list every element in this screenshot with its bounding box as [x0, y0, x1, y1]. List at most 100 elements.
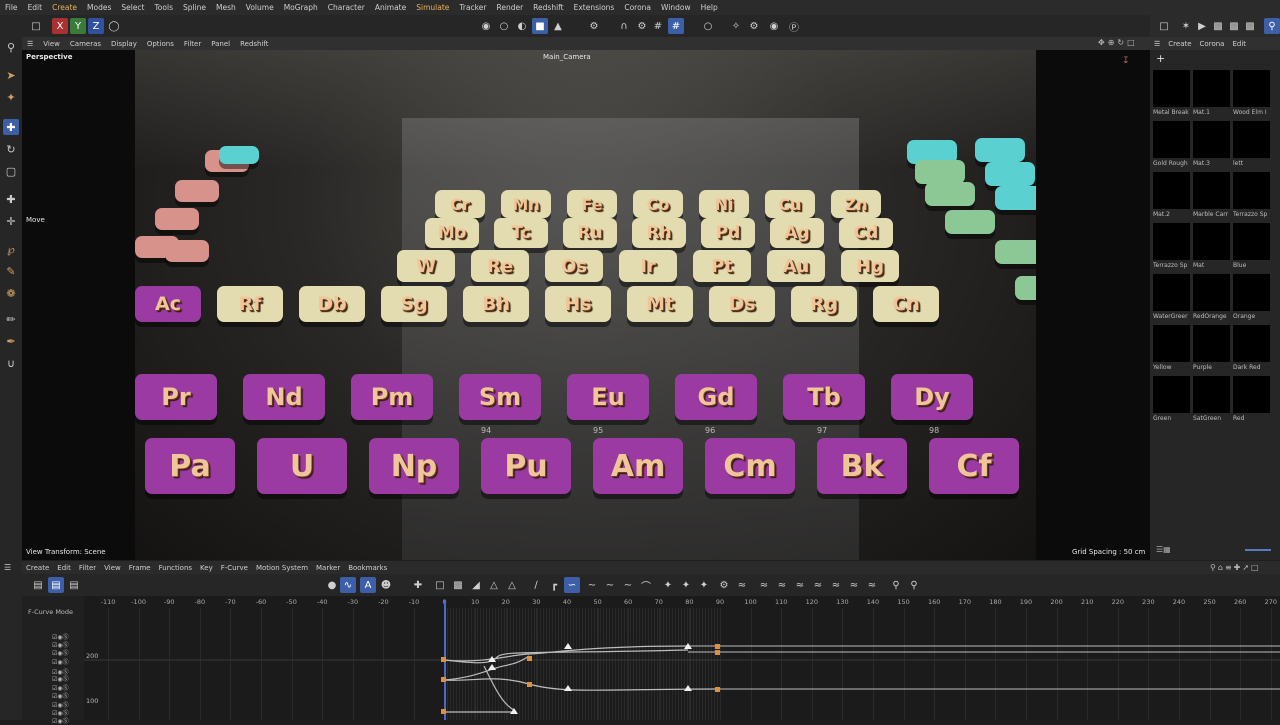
brush-icon[interactable]: ✏ — [3, 311, 19, 327]
render-icon[interactable]: ○ — [496, 18, 512, 34]
frame-all-icon[interactable]: ✚ — [410, 577, 426, 593]
add-material-icon[interactable]: + — [1156, 52, 1165, 65]
constant-icon[interactable]: ≈ — [810, 577, 826, 593]
linear-icon[interactable]: ∕ — [528, 577, 544, 593]
ease-icon[interactable]: ∼ — [584, 577, 600, 593]
material-swatch[interactable] — [1193, 274, 1230, 311]
anchor-icon[interactable]: Ⓟ — [786, 18, 802, 34]
time-warp-icon[interactable]: ≈ — [864, 577, 880, 593]
pin-settings-icon[interactable]: ⚲ — [906, 577, 922, 593]
material-swatch[interactable] — [1153, 70, 1190, 107]
scale-tool-icon[interactable]: ▢ — [3, 163, 19, 179]
lock-tangent-icon[interactable]: ✦ — [696, 577, 712, 593]
triangle-icon[interactable]: △ — [486, 577, 502, 593]
material-swatch[interactable] — [1193, 70, 1230, 107]
material-swatch[interactable] — [1233, 121, 1270, 158]
material-menu-create[interactable]: Create — [1164, 40, 1195, 48]
grid-icon[interactable]: # — [650, 18, 666, 34]
ping-pong-icon[interactable]: ≈ — [792, 577, 808, 593]
viewport-menu-options[interactable]: Options — [142, 40, 179, 48]
snap-settings-icon[interactable]: ⚙ — [634, 18, 650, 34]
ramp-icon[interactable]: ◢ — [468, 577, 484, 593]
ease-in-icon[interactable]: ∼ — [602, 577, 618, 593]
select-icon[interactable]: ➤ — [3, 67, 19, 83]
tangent-icon[interactable]: ✦ — [660, 577, 676, 593]
material-swatch[interactable] — [1153, 172, 1190, 209]
material-menu-corona[interactable]: Corona — [1196, 40, 1229, 48]
timeline-menu-bookmarks[interactable]: Bookmarks — [344, 564, 391, 572]
material-swatch[interactable] — [1233, 325, 1270, 362]
layout-icon[interactable]: □ — [1156, 18, 1172, 34]
timeline-menu-create[interactable]: Create — [22, 564, 53, 572]
sphere-icon[interactable]: ● — [324, 577, 340, 593]
axis-y-button[interactable]: Y — [70, 18, 86, 34]
fcurves[interactable] — [84, 596, 1280, 720]
menu-mograph[interactable]: MoGraph — [279, 3, 323, 12]
render-queue-icon[interactable]: ▩ — [1242, 18, 1258, 34]
ease-out-icon[interactable]: ∼ — [620, 577, 636, 593]
material-swatch[interactable] — [1193, 121, 1230, 158]
material-swatch[interactable] — [1233, 274, 1270, 311]
menu-animate[interactable]: Animate — [370, 3, 411, 12]
menu-spline[interactable]: Spline — [178, 3, 211, 12]
menu-icon[interactable]: ☰ — [4, 563, 11, 572]
zoom-slider[interactable] — [1245, 549, 1271, 551]
timeline-menu-functions[interactable]: Functions — [155, 564, 196, 572]
timeline-menu-key[interactable]: Key — [196, 564, 217, 572]
cycle-icon[interactable]: ≈ — [756, 577, 772, 593]
rotate-tool-icon[interactable]: ↻ — [3, 141, 19, 157]
spline-tools-icon[interactable]: ❁ — [3, 285, 19, 301]
material-swatch[interactable] — [1193, 376, 1230, 413]
track-row-icons[interactable]: ☑◉Ⓢ — [52, 657, 69, 666]
coordinate-icon[interactable]: ✛ — [3, 213, 19, 229]
key-reduce-icon[interactable]: ≈ — [734, 577, 750, 593]
timeline-menu-f-curve[interactable]: F-Curve — [217, 564, 252, 572]
arc-icon[interactable]: ⌒ — [638, 577, 654, 593]
menu-redshift[interactable]: Redshift — [528, 3, 568, 12]
spline-interp-icon[interactable]: ∽ — [564, 577, 580, 593]
menu-volume[interactable]: Volume — [241, 3, 279, 12]
spline-pen-icon[interactable]: ℘ — [3, 241, 19, 257]
weight-icon[interactable]: △ — [504, 577, 520, 593]
paint-icon[interactable]: ▲ — [550, 18, 566, 34]
menu-tracker[interactable]: Tracker — [454, 3, 491, 12]
timeline-toggle-icon[interactable]: ○ — [700, 18, 716, 34]
track-row-icons[interactable]: ☑◉Ⓢ — [52, 716, 69, 725]
menu-simulate[interactable]: Simulate — [411, 3, 454, 12]
material-swatch[interactable] — [1193, 223, 1230, 260]
material-swatch[interactable] — [1153, 121, 1190, 158]
pin-icon[interactable]: ⚲ — [888, 577, 904, 593]
track-row-icons[interactable]: ☑◉Ⓢ — [52, 648, 69, 657]
step-icon[interactable]: ┏ — [546, 577, 562, 593]
search-icon[interactable]: ⚲ — [3, 39, 19, 55]
material-swatch[interactable] — [1233, 376, 1270, 413]
timeline-menu-marker[interactable]: Marker — [312, 564, 344, 572]
magnet-tool-icon[interactable]: ∪ — [3, 355, 19, 371]
menu-tools[interactable]: Tools — [150, 3, 178, 12]
marker-icon[interactable]: ≈ — [846, 577, 862, 593]
calendar-icon[interactable]: ▩ — [450, 577, 466, 593]
timeline-menu-filter[interactable]: Filter — [75, 564, 100, 572]
menu-select[interactable]: Select — [116, 3, 149, 12]
symmetry-settings-icon[interactable]: ⚙ — [746, 18, 762, 34]
viewport-menu-panel[interactable]: Panel — [206, 40, 235, 48]
timeline-menu-view[interactable]: View — [100, 564, 125, 572]
symmetry-icon[interactable]: ✧ — [728, 18, 744, 34]
material-swatch[interactable] — [1193, 172, 1230, 209]
knife-icon[interactable]: ✒ — [3, 333, 19, 349]
material-menu-icon[interactable]: ☰ — [1150, 40, 1164, 48]
material-swatch[interactable] — [1233, 223, 1270, 260]
material-swatch[interactable] — [1193, 325, 1230, 362]
curve-link-icon[interactable]: ∿ — [340, 577, 356, 593]
viewport-menu-display[interactable]: Display — [106, 40, 142, 48]
frame-selected-icon[interactable]: □ — [432, 577, 448, 593]
timeline-menu-edit[interactable]: Edit — [53, 564, 75, 572]
bake-icon[interactable]: ⚙ — [716, 577, 732, 593]
menu-corona[interactable]: Corona — [619, 3, 656, 12]
cycle-offset-icon[interactable]: ≈ — [774, 577, 790, 593]
track-row-icons[interactable]: ☑◉Ⓢ — [52, 691, 69, 700]
sketch-icon[interactable]: ✎ — [3, 263, 19, 279]
menu-edit[interactable]: Edit — [23, 3, 48, 12]
menu-extensions[interactable]: Extensions — [569, 3, 620, 12]
person-icon[interactable]: ☻ — [378, 577, 394, 593]
